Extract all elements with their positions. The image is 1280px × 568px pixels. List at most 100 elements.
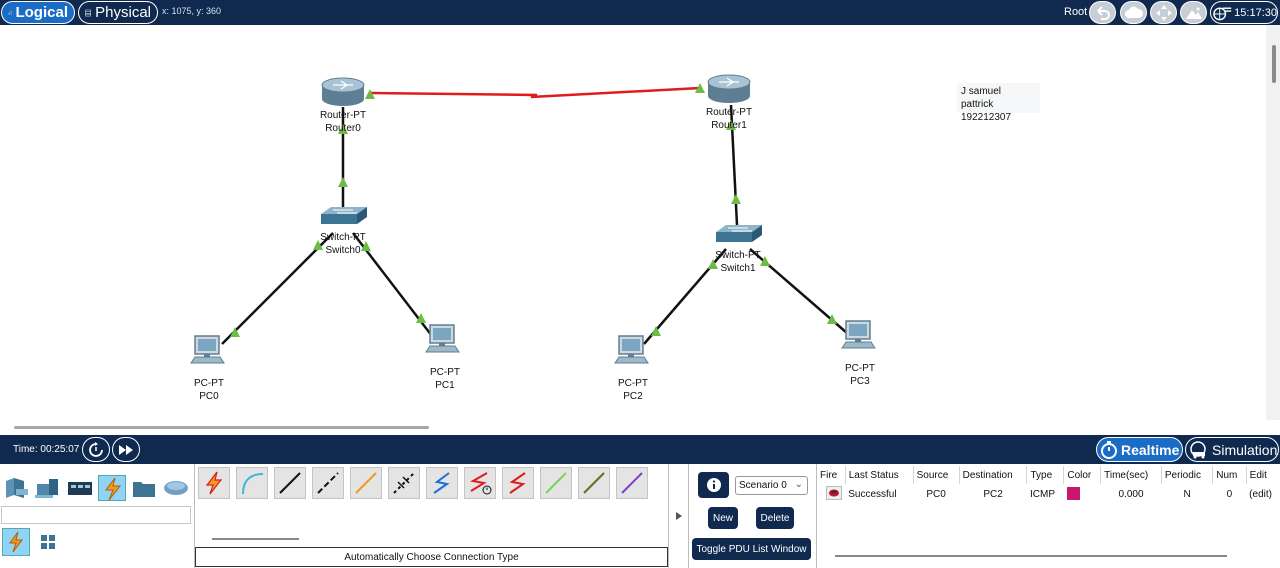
pdu-column-header[interactable]: Num (1212, 466, 1247, 484)
pdu-table: Fire Last Status Source Destination Type Colo… (817, 466, 1280, 505)
pc0-icon[interactable] (190, 335, 225, 364)
move-button[interactable] (1150, 1, 1177, 24)
pdu-scrollbar[interactable] (835, 555, 1227, 557)
pdu-column-header[interactable]: Last Status (845, 466, 914, 484)
background-button[interactable] (1180, 1, 1207, 24)
realtime-mode-button[interactable]: Realtime (1096, 437, 1183, 462)
router1-icon[interactable] (707, 74, 751, 103)
automatic-connection-button[interactable] (198, 467, 230, 499)
pdu-column-header[interactable]: Fire (817, 466, 846, 484)
pc2-label[interactable]: PC-PT PC2 (598, 377, 668, 403)
switch1-icon[interactable] (716, 225, 762, 242)
pdu-column-header[interactable]: Color (1063, 466, 1102, 484)
device-type-label: Router-PT (705, 107, 753, 118)
switch0-label[interactable]: Switch-PT Switch0 (308, 231, 378, 257)
logical-workspace[interactable]: Router-PT Router0 Router-PT Router1 Switch-P… (0, 25, 1280, 435)
pc1-label[interactable]: PC-PT PC1 (410, 366, 480, 392)
usb-connection-button[interactable] (616, 467, 648, 499)
scenario-panel: Scenario 0 ⌄ New Delete Toggle PDU List … (688, 464, 816, 568)
edit-cell[interactable]: (edit) (1246, 484, 1280, 505)
switch0-icon[interactable] (321, 207, 367, 224)
multiuser-icon[interactable] (162, 475, 190, 501)
device-type-label: PC-PT (618, 378, 648, 389)
pc3-label[interactable]: PC-PT PC3 (825, 362, 895, 388)
type-cell: ICMP (1029, 489, 1055, 500)
pdu-column-header[interactable]: Periodic (1161, 466, 1214, 484)
device-type-label: PC-PT (430, 367, 460, 378)
power-cycle-button[interactable] (82, 437, 110, 462)
physical-view-button[interactable]: Physical (78, 1, 158, 24)
time-bar: Time: 00:25:07 Realtime Simulation (0, 435, 1280, 464)
pc2-icon[interactable] (614, 335, 649, 364)
last-status-cell: Successful (848, 489, 897, 500)
root-label: Root (1064, 6, 1088, 18)
router0-icon[interactable] (321, 77, 365, 106)
router0-label[interactable]: Router-PT Router0 (308, 109, 378, 135)
straight-through-connection-button[interactable] (274, 467, 306, 499)
coaxial-connection-button[interactable] (426, 467, 458, 499)
switch1-label[interactable]: Switch-PT Switch1 (703, 249, 773, 275)
fast-forward-button[interactable] (112, 437, 140, 462)
panel-expand-button[interactable] (668, 464, 688, 568)
delete-scenario-button[interactable]: Delete (756, 507, 794, 529)
device-name-label: Switch1 (720, 263, 756, 274)
pdu-row[interactable]: Successful PC0 PC2 ICMP 0.000 N 0 (edit) (817, 484, 1280, 505)
phone-connection-button[interactable] (388, 467, 420, 499)
pc1-icon[interactable] (425, 324, 460, 353)
scenario-select[interactable]: Scenario 0 ⌄ (735, 476, 808, 495)
workspace-note[interactable]: J samuel pattrick 192212307 (957, 83, 1040, 123)
components-icon[interactable] (66, 475, 94, 501)
router1-label[interactable]: Router-PT Router1 (694, 106, 764, 132)
serial-dce-connection-button[interactable] (464, 467, 496, 499)
back-button[interactable] (1089, 1, 1116, 24)
note-line-1: J samuel pattrick (961, 86, 1002, 110)
pdu-column-header[interactable]: Time(sec) (1100, 466, 1162, 484)
pdu-column-header[interactable]: Edit (1246, 466, 1280, 484)
connections-icon[interactable] (98, 475, 126, 501)
network-devices-icon[interactable] (2, 475, 30, 501)
cursor-coordinates: x: 1075, y: 360 (162, 6, 222, 16)
packet-tracer-window: Logical Physical x: 1075, y: 360 Root 15… (0, 0, 1280, 568)
phone-cable-icon (393, 472, 415, 494)
device-type-label: Switch-PT (715, 250, 761, 261)
link-status-indicator (338, 177, 348, 187)
connections-scrollbar[interactable] (212, 538, 299, 540)
time-cell: 0.000 (1118, 489, 1144, 500)
crossover-connection-button[interactable] (312, 467, 344, 499)
fire-icon[interactable] (826, 486, 843, 500)
device-name-label: PC3 (850, 376, 870, 387)
scenario-info-button[interactable] (698, 472, 729, 498)
pc3-icon[interactable] (841, 320, 876, 349)
pc0-label[interactable]: PC-PT PC0 (174, 377, 244, 403)
console-connection-button[interactable] (236, 467, 268, 499)
connection-types-panel: Automatically Choose Connection Type (194, 464, 668, 568)
grid-icon[interactable] (38, 532, 58, 552)
link-router0-router1[interactable] (369, 86, 701, 99)
serial-dte-connection-button[interactable] (502, 467, 534, 499)
pdu-column-header[interactable]: Type (1026, 466, 1065, 484)
octal-connection-button[interactable] (540, 467, 572, 499)
device-name-label: Router0 (325, 123, 361, 134)
miscellaneous-icon[interactable] (130, 475, 158, 501)
simulation-mode-button[interactable]: Simulation (1185, 437, 1279, 462)
logical-view-button[interactable]: Logical (1, 1, 75, 24)
device-search-input[interactable] (1, 506, 191, 524)
power-cycle-icon (89, 441, 103, 457)
cloud-button[interactable] (1120, 1, 1147, 24)
vertical-scrollbar[interactable] (1266, 25, 1280, 420)
pdu-column-header[interactable]: Source (913, 466, 960, 484)
destination-cell: PC2 (983, 489, 1003, 500)
toggle-pdu-list-button[interactable]: Toggle PDU List Window (692, 538, 811, 560)
iot-custom-connection-button[interactable] (578, 467, 610, 499)
connections-subcategory-button[interactable] (2, 528, 30, 556)
horizontal-scroll-thumb[interactable] (14, 426, 429, 429)
link-status-indicator (731, 194, 741, 204)
topology-canvas[interactable] (0, 25, 1265, 435)
pdu-column-header[interactable]: Destination (959, 466, 1028, 484)
new-scenario-button[interactable]: New (708, 507, 738, 529)
end-devices-icon[interactable] (34, 475, 62, 501)
stopwatch-icon (1101, 440, 1117, 459)
vertical-scroll-thumb[interactable] (1272, 45, 1276, 83)
fiber-connection-button[interactable] (350, 467, 382, 499)
num-cell: 0 (1226, 489, 1233, 500)
